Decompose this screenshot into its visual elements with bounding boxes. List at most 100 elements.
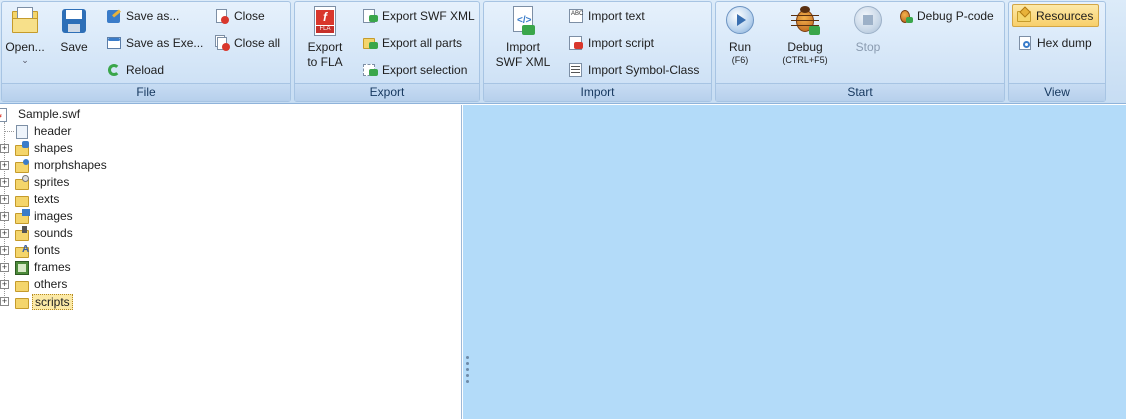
ribbon: Open... ⌄ Save Save as... Save as Exe...… [0, 0, 1126, 104]
start-group: Run (F6) Debug (CTRL+F5) Stop Debug P-co… [715, 1, 1005, 102]
save-as-button[interactable]: Save as... [106, 5, 179, 27]
others-folder-icon [14, 277, 30, 293]
tree-item-others[interactable]: + others [0, 276, 69, 293]
tree-item-scripts[interactable]: + scripts [0, 293, 73, 310]
tree-item-header[interactable]: header [4, 123, 73, 140]
start-group-label: Start [716, 83, 1004, 101]
import-swf-xml-button[interactable]: </> Import SWF XML [492, 5, 554, 70]
stop-label: Stop [855, 40, 881, 54]
tree-item-images[interactable]: + images [0, 208, 75, 225]
tree-item-label: shapes [34, 141, 73, 155]
export-to-fla-button[interactable]: f FLA Export to FLA [299, 5, 351, 70]
play-icon [724, 5, 756, 37]
expand-icon[interactable]: + [0, 246, 9, 255]
expand-icon[interactable]: + [0, 263, 9, 272]
save-as-label: Save as... [126, 9, 180, 23]
reload-button[interactable]: Reload [106, 59, 164, 81]
tree-item-label: sounds [34, 226, 73, 240]
tree-root-label: Sample.swf [18, 107, 81, 121]
import-text-button[interactable]: ABC Import text [568, 5, 645, 27]
sprites-folder-icon [14, 174, 30, 191]
hex-dump-label: Hex dump [1037, 36, 1092, 50]
expand-icon[interactable]: + [0, 178, 9, 187]
import-symbol-class-icon [568, 62, 584, 78]
morphshapes-folder-icon [14, 158, 30, 174]
export-all-parts-label: Export all parts [382, 36, 463, 50]
resource-tree[interactable]: f Sample.swf header + shapes + morphshap… [0, 105, 462, 419]
import-symbol-class-button[interactable]: Import Symbol-Class [568, 59, 699, 81]
resources-folder-icon [1016, 5, 1032, 24]
close-all-icon [214, 35, 230, 51]
tree-item-sounds[interactable]: + sounds [0, 225, 75, 242]
fonts-folder-icon: A [14, 243, 30, 259]
fla-file-icon: f FLA [309, 5, 341, 37]
tree-item-label: fonts [34, 243, 61, 257]
debug-label: Debug [787, 40, 823, 54]
tree-item-sprites[interactable]: + sprites [0, 174, 71, 191]
run-button[interactable]: Run (F6) [720, 5, 760, 66]
close-all-label: Close all [234, 36, 281, 50]
expand-icon[interactable]: + [0, 229, 9, 238]
export-all-parts-button[interactable]: Export all parts [362, 32, 462, 54]
close-button[interactable]: Close [214, 5, 265, 27]
frames-folder-icon [14, 260, 30, 276]
document-icon [14, 124, 30, 140]
debug-shortcut: (CTRL+F5) [782, 55, 828, 65]
expand-icon[interactable]: + [0, 161, 9, 170]
export-group: f FLA Export to FLA Export SWF XML Expor… [294, 1, 480, 102]
open-label: Open... [5, 40, 45, 54]
tree-item-label: others [34, 277, 68, 291]
view-group: Resources Hex dump View [1008, 1, 1106, 102]
sounds-folder-icon [14, 225, 30, 242]
open-button[interactable]: Open... ⌄ [5, 5, 45, 65]
import-text-icon: ABC [568, 8, 584, 24]
chevron-down-icon: ⌄ [21, 55, 29, 65]
run-shortcut: (F6) [731, 55, 749, 65]
view-group-label: View [1009, 83, 1105, 101]
tree-item-fonts[interactable]: + A fonts [0, 242, 62, 259]
texts-folder-icon [14, 192, 30, 208]
run-label: Run [728, 40, 751, 54]
export-to-fla-label-2: to FLA [307, 55, 343, 69]
expand-icon[interactable]: + [0, 297, 9, 306]
export-group-label: Export [295, 83, 479, 101]
export-selection-button[interactable]: Export selection [362, 59, 467, 81]
debug-button[interactable]: Debug (CTRL+F5) [770, 5, 840, 66]
tree-item-frames[interactable]: + frames [0, 259, 73, 276]
hex-dump-button[interactable]: Hex dump [1017, 32, 1092, 54]
import-script-button[interactable]: Import script [568, 32, 654, 54]
close-all-button[interactable]: Close all [214, 32, 280, 54]
import-swf-xml-label-1: Import [505, 40, 540, 54]
export-selection-icon [362, 62, 378, 78]
import-symbol-class-label: Import Symbol-Class [588, 63, 700, 77]
import-text-label: Import text [588, 9, 645, 23]
expand-icon[interactable]: + [0, 212, 9, 221]
expand-icon[interactable]: + [0, 144, 9, 153]
tree-item-shapes[interactable]: + shapes [0, 140, 75, 157]
splitter-handle[interactable] [466, 356, 470, 390]
swf-file-icon: f [0, 107, 16, 123]
import-xml-icon: </> [507, 5, 539, 37]
save-button[interactable]: Save [53, 5, 95, 55]
file-group-label: File [2, 83, 290, 101]
scripts-folder-icon [14, 294, 30, 310]
tree-item-label: header [34, 124, 72, 138]
tree-item-label: scripts [32, 293, 73, 310]
detail-pane [463, 105, 1126, 419]
expand-icon[interactable]: + [0, 195, 9, 204]
debug-pcode-button[interactable]: Debug P-code [897, 5, 994, 27]
save-as-icon [106, 8, 122, 24]
export-swf-xml-button[interactable]: Export SWF XML [362, 5, 475, 27]
tree-root[interactable]: f Sample.swf [0, 106, 82, 123]
resources-button[interactable]: Resources [1012, 4, 1100, 27]
resources-label: Resources [1036, 8, 1094, 23]
tree-item-morphshapes[interactable]: + morphshapes [0, 157, 109, 174]
close-icon [214, 8, 230, 24]
tree-item-label: frames [34, 260, 71, 274]
save-as-exe-button[interactable]: Save as Exe... [106, 32, 203, 54]
stop-button[interactable]: Stop [849, 5, 887, 55]
expand-icon[interactable]: + [0, 280, 9, 289]
export-to-fla-label-1: Export [307, 40, 343, 54]
tree-item-texts[interactable]: + texts [0, 191, 61, 208]
import-group: </> Import SWF XML ABC Import text Impor… [483, 1, 712, 102]
